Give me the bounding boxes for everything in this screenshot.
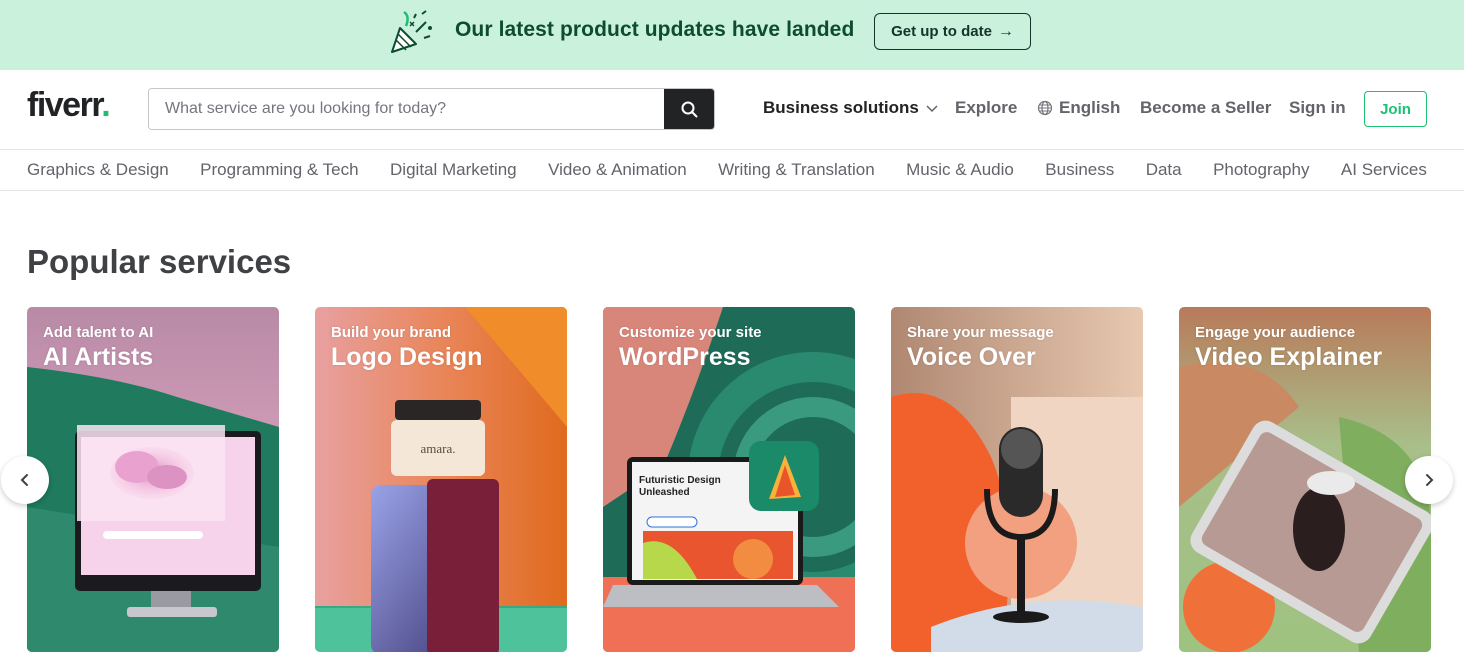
carousel-next-button[interactable] (1405, 456, 1453, 504)
service-card-wordpress[interactable]: Futuristic Design Unleashed Customize yo… (603, 307, 855, 652)
banner-button-label: Get up to date (891, 23, 992, 40)
category-ai-services[interactable]: AI Services (1341, 160, 1427, 180)
chevron-left-icon (20, 474, 28, 486)
service-card-video-explainer[interactable]: Engage your audience Video Explainer (1179, 307, 1431, 652)
arrow-right-icon: → (997, 22, 1014, 40)
category-data[interactable]: Data (1146, 160, 1182, 180)
nav-sign-in[interactable]: Sign in (1289, 98, 1346, 118)
category-programming-tech[interactable]: Programming & Tech (200, 160, 358, 180)
category-music-audio[interactable]: Music & Audio (906, 160, 1014, 180)
logo-text: fiverr (27, 86, 103, 124)
card-subtitle: Engage your audience (1195, 324, 1356, 341)
category-graphics-design[interactable]: Graphics & Design (27, 160, 169, 180)
banner-text: Our latest product updates have landed (455, 18, 855, 41)
nav-signin-label: Sign in (1289, 98, 1346, 117)
category-photography[interactable]: Photography (1213, 160, 1309, 180)
nav-language-label: English (1059, 98, 1121, 117)
card-subtitle: Add talent to AI (43, 324, 154, 341)
card-title: AI Artists (43, 343, 154, 371)
service-card-logo-design[interactable]: amara. Build your brand Logo Design (315, 307, 567, 652)
search-bar (148, 88, 715, 130)
nav-become-seller[interactable]: Become a Seller (1140, 98, 1271, 118)
card-subtitle: Share your message (907, 324, 1054, 341)
nav-explore[interactable]: Explore (955, 98, 1017, 118)
jar-label: amara. (420, 441, 455, 456)
laptop-headline-1: Futuristic Design (639, 475, 721, 486)
category-list: Graphics & Design Programming & Tech Dig… (27, 160, 1427, 180)
globe-icon (1037, 100, 1053, 116)
card-subtitle: Customize your site (619, 324, 762, 341)
category-writing-translation[interactable]: Writing & Translation (718, 160, 875, 180)
announcement-banner: Our latest product updates have landed G… (0, 0, 1464, 70)
search-icon (681, 101, 697, 117)
search-button[interactable] (664, 89, 714, 129)
search-input[interactable] (149, 89, 664, 129)
nav-business-label: Business solutions (763, 98, 919, 117)
section-title: Popular services (27, 243, 292, 280)
nav-explore-label: Explore (955, 98, 1018, 117)
logo-dot: . (101, 86, 110, 124)
nav-language[interactable]: English (1037, 98, 1120, 118)
card-title: Video Explainer (1195, 343, 1383, 371)
category-video-animation[interactable]: Video & Animation (548, 160, 687, 180)
carousel-prev-button[interactable] (1, 456, 49, 504)
join-button[interactable]: Join (1364, 91, 1427, 127)
nav-seller-label: Become a Seller (1140, 98, 1272, 117)
category-digital-marketing[interactable]: Digital Marketing (390, 160, 517, 180)
join-label: Join (1380, 100, 1411, 118)
service-card-voice-over[interactable]: Share your message Voice Over (891, 307, 1143, 652)
get-up-to-date-button[interactable]: Get up to date → (874, 13, 1031, 50)
card-title: Voice Over (907, 343, 1036, 371)
nav-business-solutions[interactable]: Business solutions (763, 98, 939, 118)
site-header: fiverr. Business solutions Explore Engli… (0, 70, 1464, 150)
category-business[interactable]: Business (1045, 160, 1114, 180)
card-title: Logo Design (331, 343, 483, 371)
laptop-headline-2: Unleashed (639, 487, 690, 498)
category-bar: Graphics & Design Programming & Tech Dig… (0, 150, 1464, 191)
card-title: WordPress (619, 343, 751, 371)
fiverr-logo[interactable]: fiverr. (27, 86, 111, 125)
service-card-ai-artists[interactable]: Add talent to AI AI Artists (27, 307, 279, 652)
party-popper-icon (391, 10, 432, 53)
chevron-right-icon (1426, 474, 1434, 486)
card-subtitle: Build your brand (331, 324, 451, 341)
chevron-down-icon (926, 105, 938, 113)
